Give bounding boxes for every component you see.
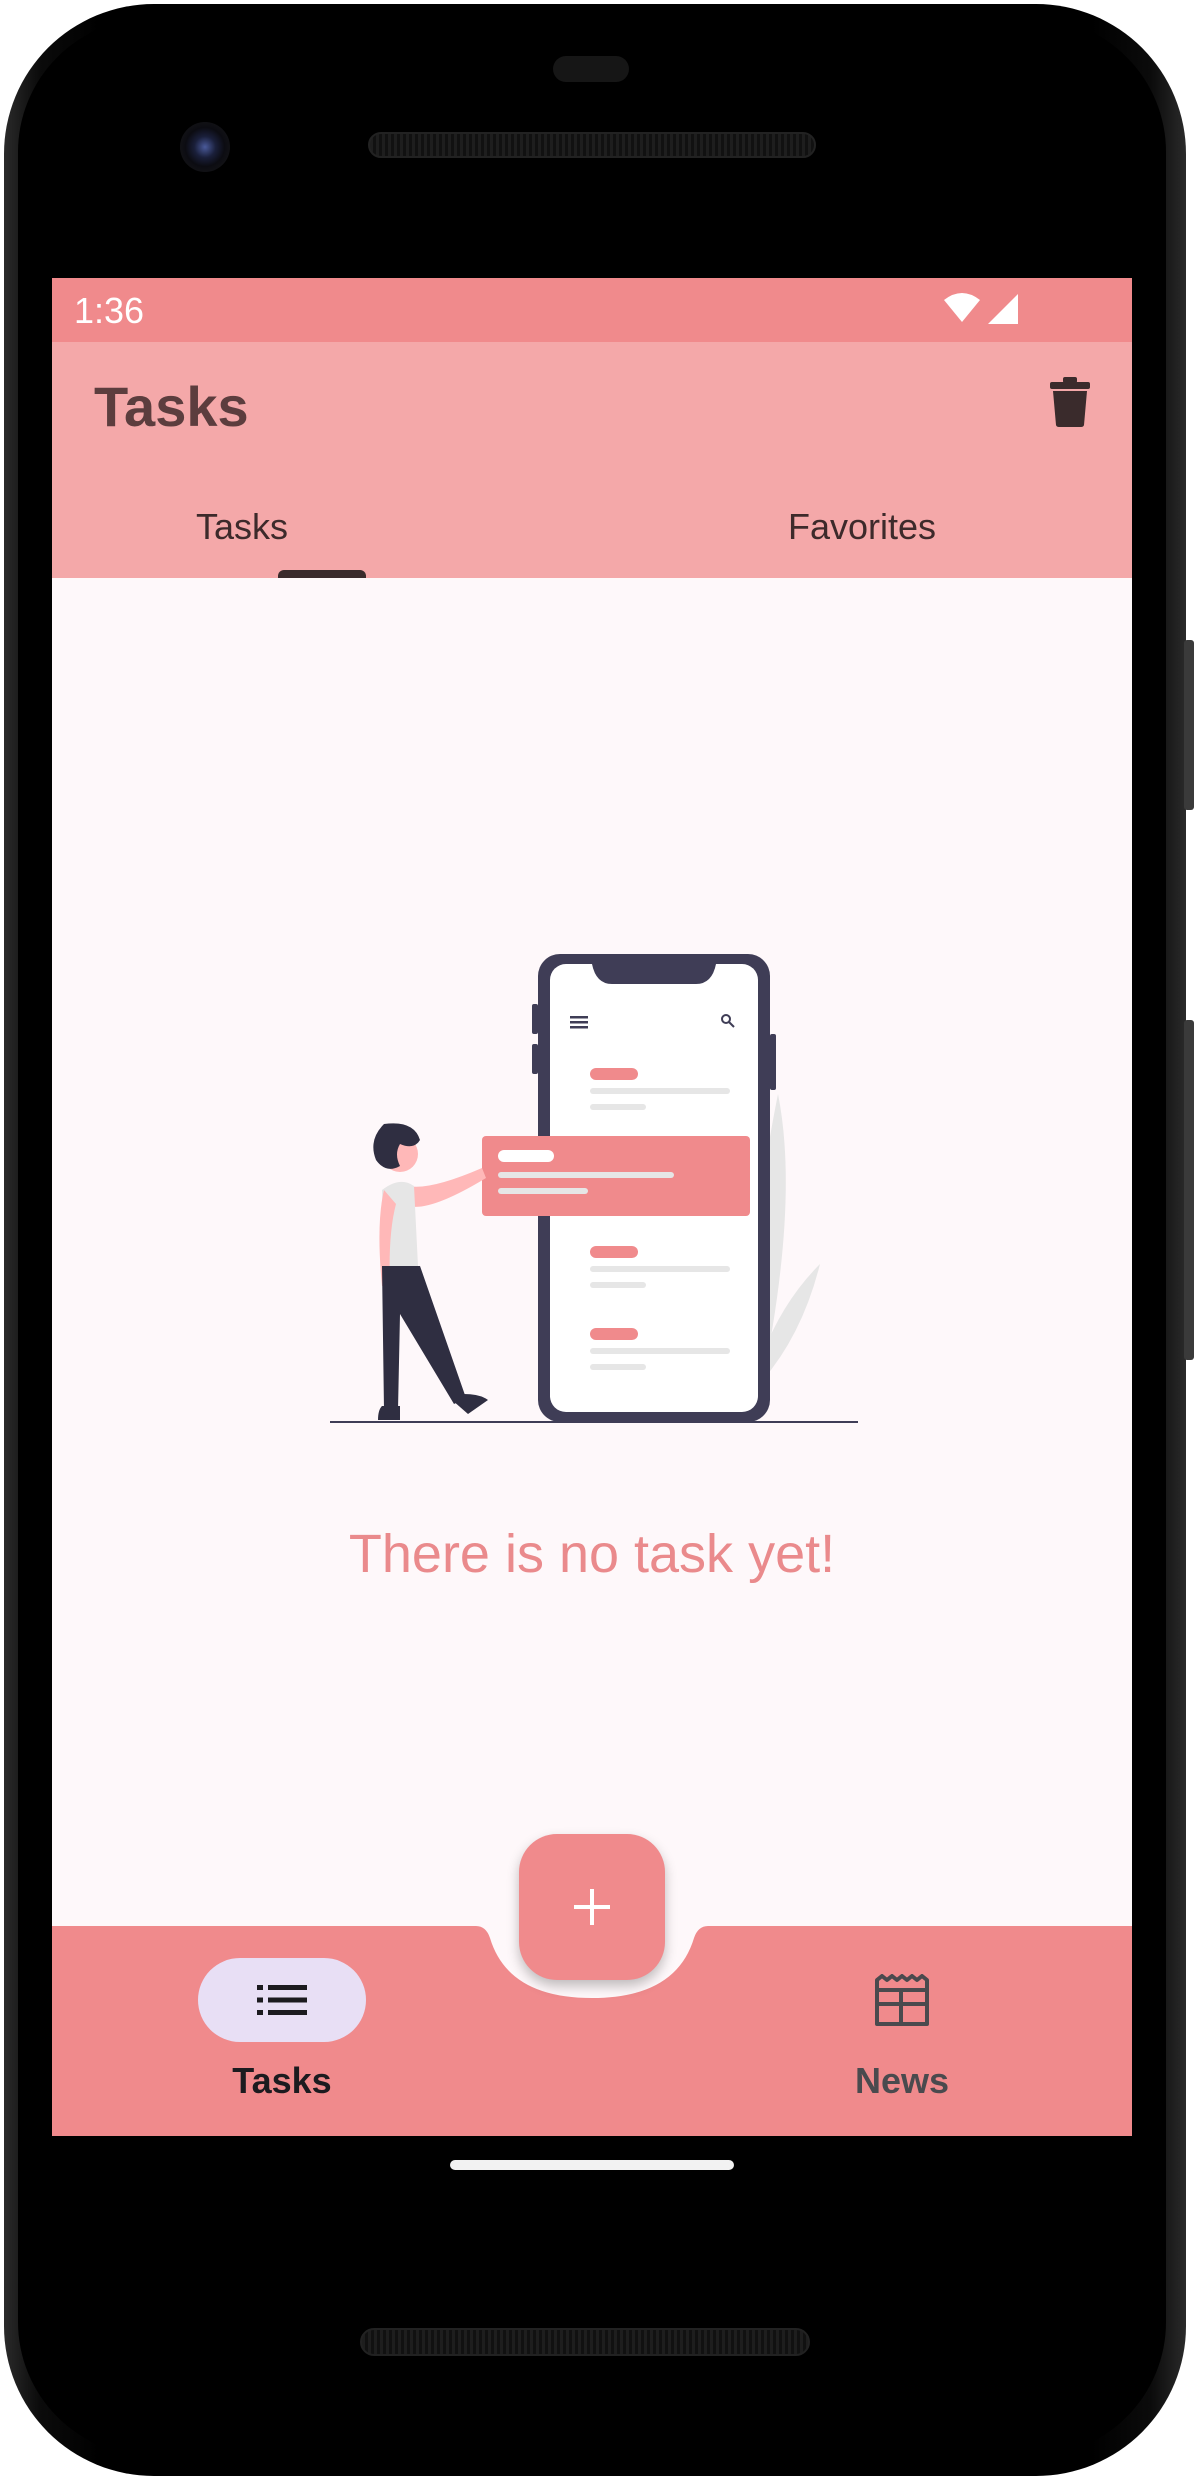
illustration-person [373,1123,488,1420]
status-time: 1:36 [74,290,145,331]
top-app-bar: Tasks Tasks Favorites [52,342,1132,578]
add-task-button[interactable] [519,1834,665,1980]
top-speaker-grille [368,132,816,158]
trash-icon [1050,377,1090,427]
top-sensor [553,56,629,82]
empty-state-illustration [330,954,858,1423]
home-indicator[interactable] [450,2160,734,2170]
delete-all-button[interactable] [1038,370,1102,434]
empty-state-message: There is no task yet! [348,1524,836,1584]
nav-item-news[interactable]: News [752,1958,1052,2102]
bottom-speaker-grille [360,2328,810,2356]
cellular-signal-icon [988,294,1018,324]
nav-item-tasks[interactable]: Tasks [132,1958,432,2102]
page-title: Tasks [94,375,249,438]
newspaper-icon [875,1974,929,2026]
tab-tasks[interactable]: Tasks [52,492,512,578]
plus-icon [574,1889,610,1925]
tab-tasks-label: Tasks [195,506,289,547]
tab-favorites[interactable]: Favorites [592,492,1132,578]
list-icon [257,1985,307,2015]
status-icons [942,292,1022,326]
status-bar: 1:36 [52,278,1132,342]
tab-row: Tasks Favorites [52,492,1132,578]
nav-icon-container [818,1958,986,2042]
wifi-icon [944,293,980,322]
tab-favorites-label: Favorites [787,506,937,547]
nav-active-indicator [198,1958,366,2042]
phone-device: 1:36 Tasks Tasks Favorites There is no t… [0,0,1194,2480]
nav-label-tasks: Tasks [232,2060,332,2101]
tab-selected-indicator [278,570,366,578]
front-camera [180,122,230,172]
power-button [1184,640,1194,810]
app-screen: 1:36 Tasks Tasks Favorites There is no t… [52,278,1132,2136]
volume-button [1184,1020,1194,1360]
nav-label-news: News [854,2060,950,2101]
